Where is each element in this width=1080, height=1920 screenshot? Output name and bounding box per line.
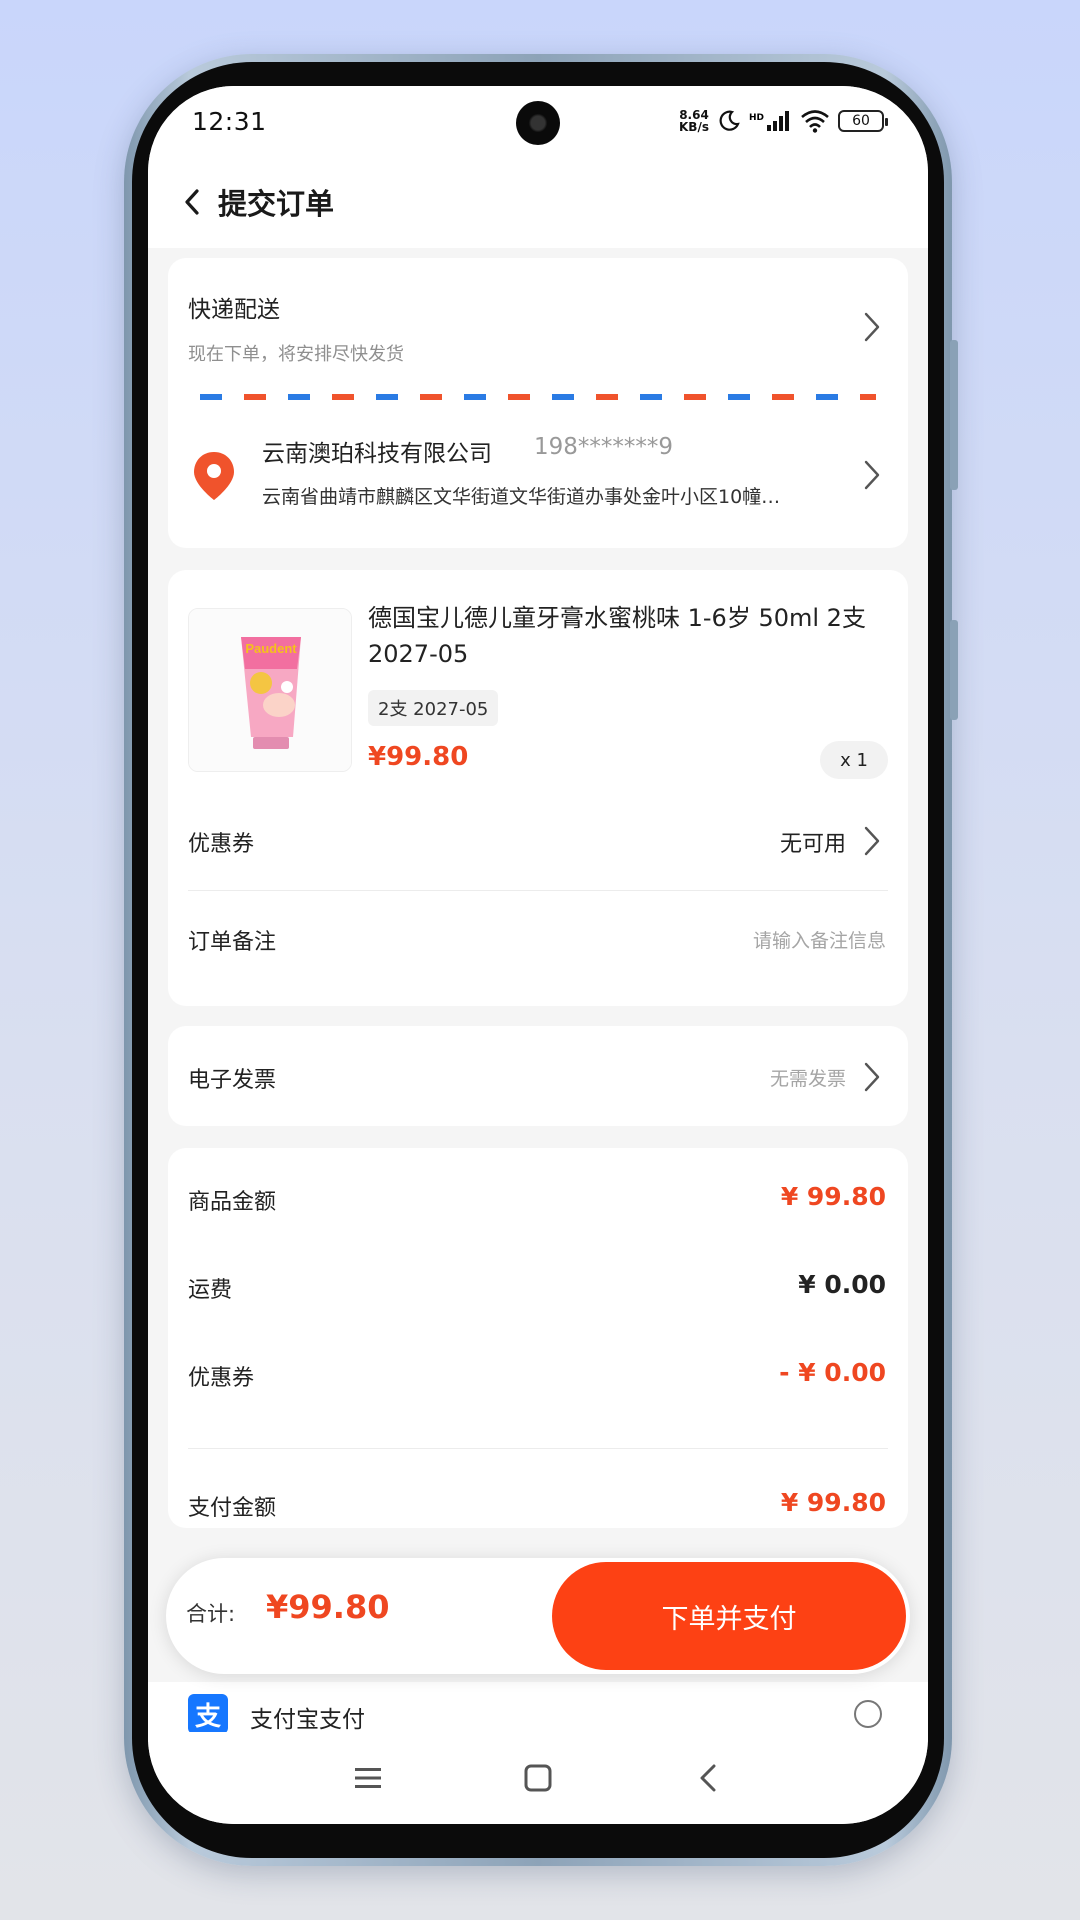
coupon-value: 无可用 bbox=[779, 832, 846, 857]
net-speed-unit: KB/s bbox=[679, 120, 709, 134]
coupon-row[interactable]: 优惠券 无可用 bbox=[168, 796, 908, 886]
remark-row[interactable]: 订单备注 请输入备注信息 bbox=[168, 892, 908, 992]
product-price: ¥99.80 bbox=[368, 742, 469, 772]
wifi-icon bbox=[801, 110, 829, 133]
pay-amount-value: ¥ 99.80 bbox=[780, 1488, 886, 1517]
summary-coupon-value: - ¥ 0.00 bbox=[779, 1358, 886, 1387]
back-icon[interactable] bbox=[688, 1758, 728, 1798]
hd-label: HD bbox=[748, 113, 764, 123]
row-divider bbox=[188, 890, 888, 891]
back-chevron-icon[interactable] bbox=[172, 182, 212, 222]
total-label: 合计: bbox=[186, 1602, 236, 1626]
product-image[interactable]: Paudent bbox=[188, 608, 352, 772]
invoice-card[interactable]: 电子发票 无需发票 bbox=[168, 1026, 908, 1126]
invoice-label: 电子发票 bbox=[188, 1068, 277, 1093]
location-pin-icon bbox=[194, 452, 234, 500]
checkout-bar: 合计: ¥99.80 下单并支付 bbox=[166, 1558, 910, 1674]
place-order-pay-button[interactable]: 下单并支付 bbox=[552, 1562, 906, 1670]
delivery-subtitle: 现在下单，将安排尽快发货 bbox=[188, 344, 404, 365]
chevron-right-icon bbox=[864, 312, 880, 342]
net-speed: 8.64 KB/s bbox=[679, 109, 709, 133]
delivery-address-card: 快递配送 现在下单，将安排尽快发货 云南澳珀科技有限公司 198*******9… bbox=[168, 258, 908, 548]
delivery-row[interactable]: 快递配送 现在下单，将安排尽快发货 bbox=[168, 258, 908, 368]
product-name: 德国宝儿德儿童牙膏水蜜桃味 1-6岁 50ml 2支 2027-05 bbox=[368, 604, 866, 668]
pay-amount-label: 支付金额 bbox=[188, 1496, 277, 1521]
invoice-value: 无需发票 bbox=[769, 1068, 846, 1090]
chevron-right-icon bbox=[864, 826, 880, 856]
front-camera bbox=[516, 101, 560, 145]
alipay-icon: 支 bbox=[188, 1694, 228, 1734]
summary-divider bbox=[188, 1448, 888, 1449]
product-brand-text: Paudent bbox=[245, 641, 297, 656]
address-row[interactable]: 云南澳珀科技有限公司 198*******9 云南省曲靖市麒麟区文华街道文华街道… bbox=[168, 408, 908, 548]
order-item-card: Paudent 德国宝儿德儿童牙膏水蜜桃味 1-6岁 50ml 2支 2027-… bbox=[168, 570, 908, 1006]
address-detail: 云南省曲靖市麒麟区文华街道文华街道办事处金叶小区10幢… bbox=[262, 486, 781, 508]
shipping-value: ¥ 0.00 bbox=[798, 1270, 886, 1299]
power-button bbox=[950, 620, 958, 720]
nav-header: 提交订单 bbox=[148, 156, 928, 248]
quantity-badge: x 1 bbox=[820, 741, 888, 779]
payment-radio[interactable] bbox=[854, 1700, 882, 1728]
screen: 12:31 8.64 KB/s HD 60 提交订单 快递配送 现在下单，将安排… bbox=[148, 86, 928, 1824]
address-phone: 198*******9 bbox=[534, 434, 674, 460]
volume-button bbox=[950, 340, 958, 490]
delivery-title: 快递配送 bbox=[188, 297, 280, 323]
payment-method-label: 支付宝支付 bbox=[250, 1707, 365, 1733]
page-title: 提交订单 bbox=[218, 187, 335, 221]
system-nav-bar bbox=[148, 1732, 928, 1824]
address-divider-stripe bbox=[200, 394, 876, 400]
chevron-right-icon bbox=[864, 460, 880, 490]
amount-summary-card: 商品金额 ¥ 99.80 运费 ¥ 0.00 优惠券 - ¥ 0.00 支付金额… bbox=[168, 1148, 908, 1528]
home-icon[interactable] bbox=[518, 1758, 558, 1798]
remark-label: 订单备注 bbox=[188, 930, 277, 955]
address-name: 云南澳珀科技有限公司 bbox=[262, 441, 492, 467]
total-amount: ¥99.80 bbox=[266, 1588, 390, 1626]
signal-icon bbox=[767, 111, 789, 131]
goods-amount-value: ¥ 99.80 bbox=[780, 1182, 886, 1211]
product-spec-tag: 2支 2027-05 bbox=[368, 690, 499, 726]
toothpaste-tube-image: Paudent bbox=[189, 609, 351, 771]
chevron-right-icon bbox=[864, 1062, 880, 1092]
menu-icon[interactable] bbox=[348, 1758, 388, 1798]
summary-coupon-label: 优惠券 bbox=[188, 1366, 255, 1391]
status-icons: 8.64 KB/s HD 60 bbox=[679, 109, 888, 133]
battery-icon: 60 bbox=[838, 110, 888, 132]
coupon-label: 优惠券 bbox=[188, 832, 255, 857]
status-time: 12:31 bbox=[192, 106, 267, 136]
moon-icon bbox=[719, 110, 740, 131]
shipping-label: 运费 bbox=[188, 1278, 233, 1303]
remark-input[interactable]: 请输入备注信息 bbox=[753, 926, 886, 953]
goods-amount-label: 商品金额 bbox=[188, 1190, 277, 1215]
